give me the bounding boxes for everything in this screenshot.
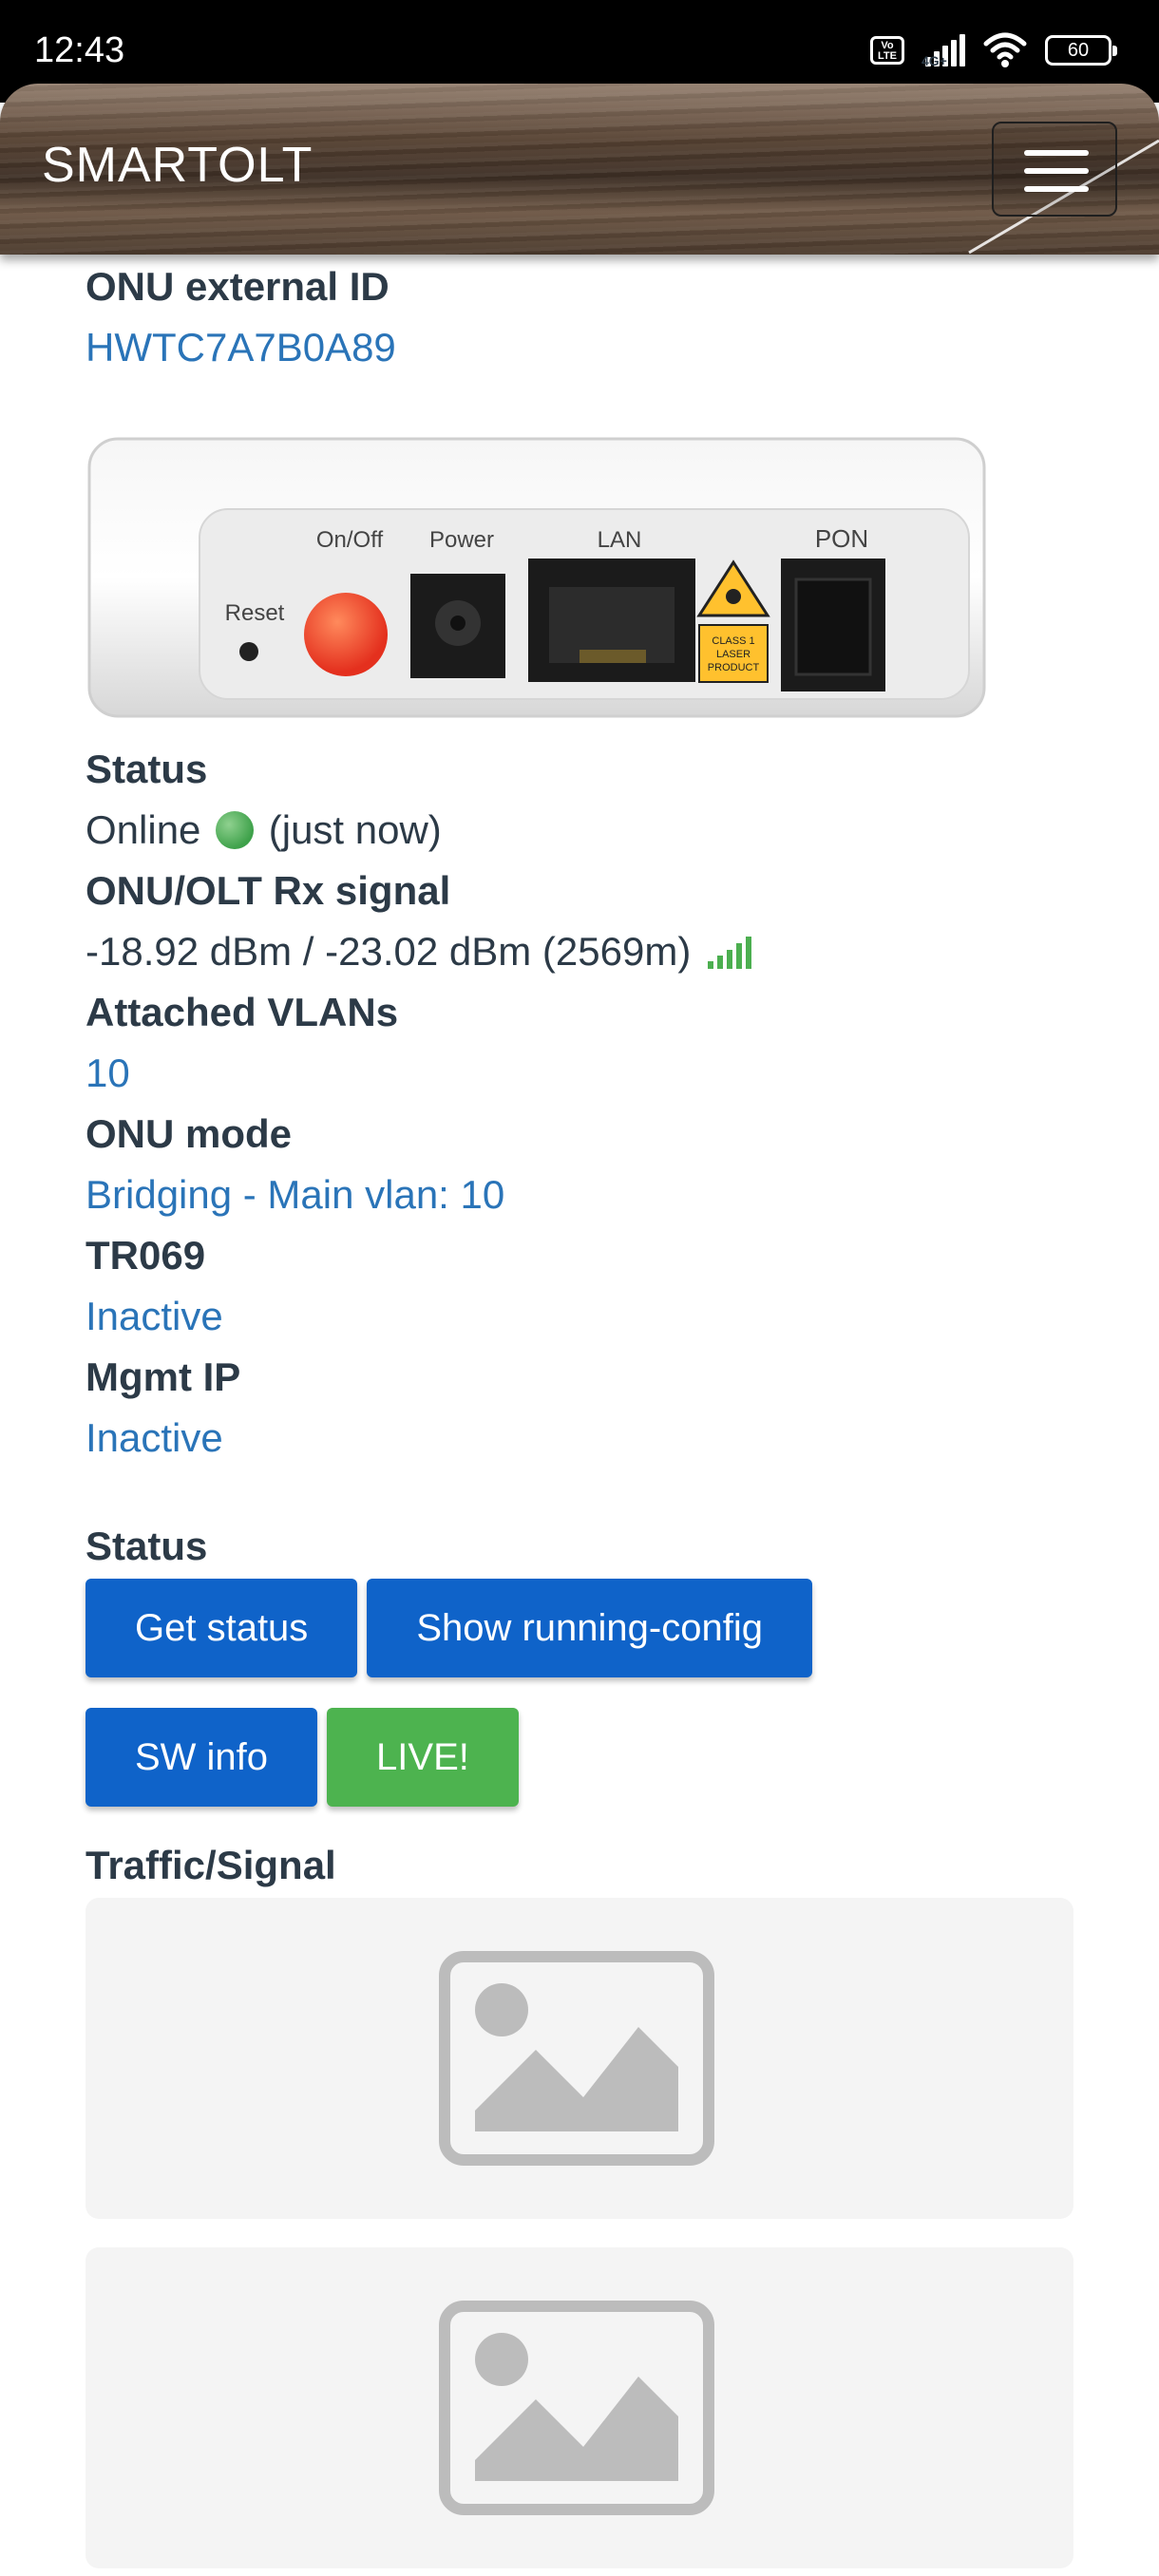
vlans-value[interactable]: 10 xyxy=(86,1043,1074,1104)
status-time: (just now) xyxy=(268,807,442,852)
status-label: Status xyxy=(86,747,208,791)
signal-label: ONU/OLT Rx signal xyxy=(86,868,451,913)
tr069-value[interactable]: Inactive xyxy=(86,1286,1074,1347)
onu-mode-value[interactable]: Bridging - Main vlan: 10 xyxy=(86,1165,1074,1225)
svg-text:CLASS 1: CLASS 1 xyxy=(712,635,754,647)
sw-info-button[interactable]: SW info xyxy=(86,1708,318,1807)
menu-toggle-button[interactable] xyxy=(992,122,1117,217)
svg-text:LAN: LAN xyxy=(598,527,642,553)
mgmt-ip-value[interactable]: Inactive xyxy=(86,1408,1074,1468)
onu-device-image: Reset On/Off Power LAN CLASS 1 LASER PRO… xyxy=(86,435,988,720)
traffic-graph[interactable] xyxy=(86,1898,1074,2219)
actions-section-label: Status xyxy=(86,1524,208,1568)
onu-mode-label: ONU mode xyxy=(86,1111,293,1156)
tr069-label: TR069 xyxy=(86,1233,206,1278)
traffic-section-label: Traffic/Signal xyxy=(86,1843,336,1887)
image-placeholder-icon xyxy=(439,1951,714,2166)
wifi-icon xyxy=(983,32,1027,67)
battery-icon: 60 xyxy=(1045,35,1117,66)
svg-text:Reset: Reset xyxy=(225,600,285,626)
cellular-signal-icon: 4G+ xyxy=(922,34,965,68)
signal-graph[interactable] xyxy=(86,2247,1074,2568)
actions-row-2: SW info LIVE! xyxy=(86,1708,1074,1807)
onu-details: ONU external ID HWTC7A7B0A89 Reset On/Of… xyxy=(86,255,1074,2568)
svg-text:Power: Power xyxy=(429,527,494,553)
svg-text:LASER: LASER xyxy=(716,649,750,660)
svg-text:PRODUCT: PRODUCT xyxy=(708,662,760,673)
top-navbar: SMARTOLT xyxy=(0,84,1159,255)
get-status-button[interactable]: Get status xyxy=(86,1579,358,1677)
brand-logo[interactable]: SMARTOLT xyxy=(42,137,313,194)
status-icons: Vo LTE 4G+ 60 xyxy=(870,32,1117,68)
clock: 12:43 xyxy=(34,30,125,70)
svg-text:On/Off: On/Off xyxy=(316,527,384,553)
external-id-label: ONU external ID xyxy=(86,264,390,309)
volte-icon: Vo LTE xyxy=(870,36,904,65)
svg-text:PON: PON xyxy=(815,524,868,553)
vlans-label: Attached VLANs xyxy=(86,990,399,1034)
live-button[interactable]: LIVE! xyxy=(327,1708,519,1807)
mgmt-ip-label: Mgmt IP xyxy=(86,1354,241,1399)
signal-value: -18.92 dBm / -23.02 dBm (2569m) xyxy=(86,929,692,974)
status-row: Online (just now) xyxy=(86,800,1074,861)
external-id-value[interactable]: HWTC7A7B0A89 xyxy=(86,317,1074,378)
image-placeholder-icon xyxy=(439,2301,714,2515)
network-type-label: 4G+ xyxy=(922,53,947,68)
globe-icon xyxy=(216,811,255,849)
signal-strength-icon xyxy=(707,937,751,969)
show-running-config-button[interactable]: Show running-config xyxy=(367,1579,812,1677)
status-value: Online xyxy=(86,807,201,852)
signal-row: -18.92 dBm / -23.02 dBm (2569m) xyxy=(86,921,1074,982)
actions-row-1: Get status Show running-config xyxy=(86,1579,1074,1677)
battery-level: 60 xyxy=(1067,40,1090,61)
